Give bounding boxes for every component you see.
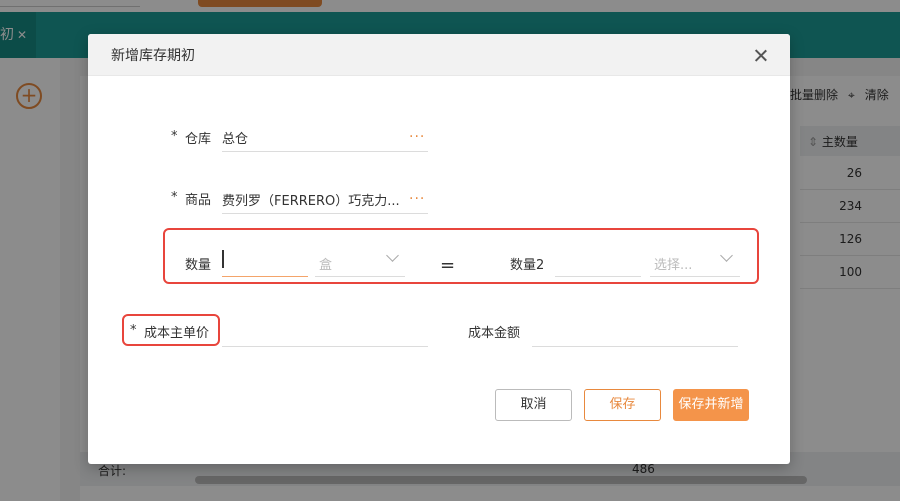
- equals-sign: =: [440, 255, 456, 276]
- close-icon[interactable]: [752, 47, 770, 65]
- quantity-unit-select[interactable]: 盒: [319, 254, 332, 273]
- save-button[interactable]: 保存: [584, 389, 661, 421]
- cost-amount-label: 成本金额: [468, 326, 521, 341]
- quantity2-unit-underline: [650, 276, 740, 277]
- quantity-input-underline: [222, 276, 308, 277]
- unit-cost-required-mark: *: [130, 323, 137, 338]
- dialog-header: 新增库存期初: [88, 34, 790, 76]
- quantity-text-cursor: [222, 250, 224, 268]
- warehouse-required-mark: *: [171, 129, 178, 144]
- quantity-label: 数量: [185, 258, 212, 273]
- cancel-button[interactable]: 取消: [495, 389, 572, 421]
- warehouse-field[interactable]: 总仓: [222, 128, 392, 147]
- cost-amount-underline: [532, 346, 738, 347]
- add-opening-stock-dialog: 新增库存期初 * 仓库 总仓 ··· * 商品 费列罗（FERRERO）巧克力.…: [88, 34, 790, 464]
- unit-cost-label: 成本主单价: [144, 326, 210, 341]
- warehouse-label: 仓库: [185, 132, 212, 147]
- quantity2-input-underline: [555, 276, 641, 277]
- quantity-unit-underline: [315, 276, 405, 277]
- product-label: 商品: [185, 193, 212, 208]
- warehouse-underline: [222, 151, 428, 152]
- dialog-title: 新增库存期初: [111, 48, 195, 64]
- warehouse-more-icon[interactable]: ···: [409, 130, 425, 144]
- quantity2-unit-select[interactable]: 选择...: [654, 254, 692, 273]
- product-more-icon[interactable]: ···: [409, 192, 425, 206]
- product-required-mark: *: [171, 190, 178, 205]
- product-underline: [222, 213, 428, 214]
- quantity2-label: 数量2: [510, 258, 545, 273]
- product-field[interactable]: 费列罗（FERRERO）巧克力...: [222, 190, 400, 209]
- unit-cost-underline: [222, 346, 428, 347]
- save-and-new-button[interactable]: 保存并新增: [673, 389, 749, 421]
